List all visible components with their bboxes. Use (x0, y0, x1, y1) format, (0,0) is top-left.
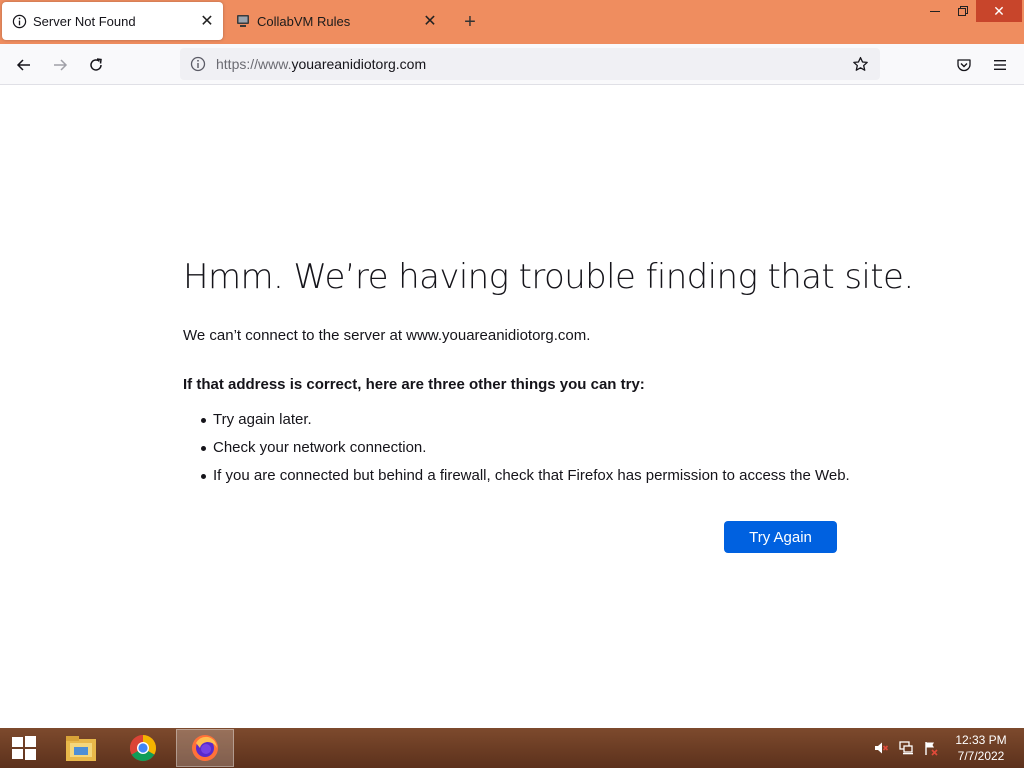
suggestions-heading: If that address is correct, here are thr… (183, 376, 645, 393)
address-bar[interactable]: https://www.youareanidiotorg.com (180, 48, 880, 80)
try-again-button[interactable]: Try Again (724, 521, 837, 553)
tab-collabvm-rules[interactable]: CollabVM Rules ✕ (228, 2, 446, 40)
list-item: Check your network connection. (201, 438, 850, 466)
close-window-button[interactable]: ✕ (976, 0, 1022, 22)
windows-logo-icon (12, 736, 36, 760)
clock-date: 7/7/2022 (957, 749, 1005, 763)
forward-button[interactable] (45, 50, 75, 80)
forward-arrow-icon (54, 59, 68, 71)
system-clock[interactable]: 12:33 PM 7/7/2022 (948, 732, 1014, 764)
volume-muted-icon[interactable] (870, 728, 892, 768)
list-item: Try again later. (201, 410, 850, 438)
tab-title: CollabVM Rules (257, 13, 351, 29)
page-title: Hmm. We’re having trouble finding that s… (183, 257, 914, 297)
back-button[interactable] (9, 50, 39, 80)
action-center-flag-icon[interactable] (920, 728, 942, 768)
collabvm-favicon-icon (235, 13, 251, 29)
app-menu-button[interactable] (985, 50, 1015, 80)
file-explorer-icon[interactable] (52, 729, 110, 767)
close-tab-icon[interactable]: ✕ (418, 9, 442, 33)
list-item: If you are connected but behind a firewa… (201, 466, 850, 494)
error-description: We can’t connect to the server at www.yo… (183, 327, 591, 344)
suggestions-list: Try again later. Check your network conn… (201, 410, 850, 494)
pocket-button[interactable] (949, 50, 979, 80)
error-page: Hmm. We’re having trouble finding that s… (0, 86, 1024, 728)
new-tab-button[interactable]: + (458, 10, 482, 34)
bookmark-star-icon[interactable] (844, 56, 876, 73)
network-icon[interactable] (895, 728, 917, 768)
site-info-icon[interactable] (182, 56, 214, 72)
clock-time: 12:33 PM (955, 733, 1007, 747)
start-button[interactable] (0, 728, 48, 768)
tab-title: Server Not Found (33, 13, 136, 29)
taskbar: 12:33 PM 7/7/2022 (0, 728, 1024, 768)
tab-strip: Server Not Found ✕ CollabVM Rules ✕ + ✕ (0, 0, 1024, 44)
url-text[interactable]: https://www.youareanidiotorg.com (214, 56, 844, 72)
url-protocol: https://www. (216, 56, 292, 72)
minimize-button[interactable] (920, 0, 950, 22)
navigation-toolbar: https://www.youareanidiotorg.com (0, 44, 1024, 85)
firefox-icon[interactable] (176, 729, 234, 767)
back-arrow-icon (16, 59, 30, 71)
reload-button[interactable] (81, 50, 111, 80)
url-host: youareanidiotorg.com (291, 56, 427, 72)
pocket-icon (957, 59, 971, 72)
tab-server-not-found[interactable]: Server Not Found ✕ (2, 2, 223, 40)
hamburger-menu-icon (994, 60, 1006, 70)
chrome-icon[interactable] (114, 729, 172, 767)
restore-button[interactable] (948, 0, 978, 22)
info-icon (11, 13, 27, 29)
reload-icon (90, 58, 102, 71)
close-tab-icon[interactable]: ✕ (195, 9, 219, 33)
